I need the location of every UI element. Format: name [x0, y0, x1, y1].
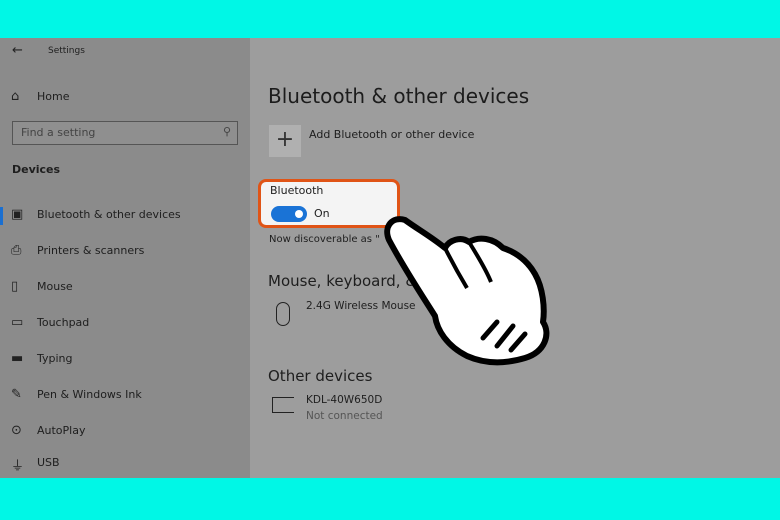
home-icon: ⌂	[11, 89, 20, 104]
window-title: Settings	[48, 46, 85, 56]
sidebar: ← Settings ⌂ Home Find a setting ⚲ Devic…	[0, 38, 250, 478]
item-label: Typing	[37, 352, 73, 365]
bluetooth-devices-icon: ▣	[11, 207, 24, 222]
discoverable-text: Now discoverable as "	[269, 234, 380, 245]
printer-icon: ⎙	[11, 243, 22, 258]
settings-window: ← Settings ⌂ Home Find a setting ⚲ Devic…	[0, 38, 780, 478]
back-arrow-icon[interactable]: ←	[12, 43, 23, 58]
sidebar-item-mouse[interactable]: ▯ Mouse	[0, 272, 250, 302]
sidebar-item-bluetooth[interactable]: ▣ Bluetooth & other devices	[0, 200, 250, 230]
search-icon: ⚲	[222, 125, 231, 138]
item-label: Printers & scanners	[37, 244, 145, 257]
bluetooth-state: On	[314, 207, 330, 220]
keyboard-icon: ▬	[11, 351, 24, 366]
item-label: Pen & Windows Ink	[37, 388, 142, 401]
mouse-icon: ▯	[11, 279, 19, 294]
touchpad-icon: ▭	[11, 315, 24, 330]
item-label: Mouse	[37, 280, 73, 293]
sidebar-item-touchpad[interactable]: ▭ Touchpad	[0, 308, 250, 338]
usb-icon: ⏚	[11, 459, 25, 474]
pen-icon: ✎	[11, 387, 22, 402]
sidebar-item-typing[interactable]: ▬ Typing	[0, 344, 250, 374]
sidebar-item-home[interactable]: ⌂ Home	[0, 82, 250, 112]
search-input[interactable]: Find a setting ⚲	[12, 121, 238, 145]
add-device-label[interactable]: Add Bluetooth or other device	[309, 128, 474, 141]
sidebar-item-printers[interactable]: ⎙ Printers & scanners	[0, 236, 250, 266]
page-title: Bluetooth & other devices	[268, 84, 530, 108]
selected-indicator	[0, 207, 3, 225]
home-label: Home	[37, 90, 70, 103]
other-device-name[interactable]: KDL-40W650D	[306, 394, 382, 406]
mouse-icon	[276, 302, 290, 326]
pointing-hand-icon	[384, 216, 550, 366]
search-placeholder: Find a setting	[21, 126, 96, 139]
sidebar-item-pen[interactable]: ✎ Pen & Windows Ink	[0, 380, 250, 410]
sidebar-item-autoplay[interactable]: ⊙ AutoPlay	[0, 416, 250, 446]
item-label: USB	[37, 456, 60, 469]
section-heading: Devices	[12, 163, 61, 176]
display-icon	[272, 397, 294, 413]
autoplay-icon: ⊙	[11, 423, 22, 438]
item-label: AutoPlay	[37, 424, 86, 437]
add-device-button[interactable]: +	[269, 125, 301, 157]
item-label: Touchpad	[37, 316, 90, 329]
other-devices-heading: Other devices	[268, 367, 373, 385]
bluetooth-label: Bluetooth	[270, 184, 324, 197]
item-label: Bluetooth & other devices	[37, 208, 181, 221]
sidebar-item-usb[interactable]: ⏚ USB	[0, 448, 250, 478]
other-device-status: Not connected	[306, 410, 383, 422]
bluetooth-toggle[interactable]	[271, 206, 307, 222]
plus-icon: +	[275, 127, 295, 152]
